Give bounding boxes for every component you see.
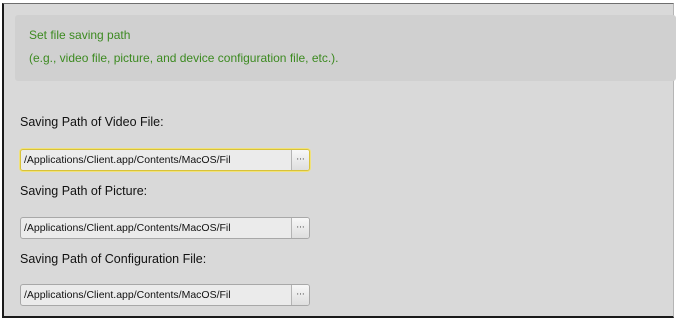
info-box: Set file saving path (e.g., video file, … bbox=[15, 15, 676, 81]
settings-panel: Set file saving path (e.g., video file, … bbox=[2, 3, 676, 318]
config-path-input[interactable] bbox=[21, 285, 291, 305]
picture-path-field: ··· bbox=[20, 217, 310, 239]
config-path-field: ··· bbox=[20, 284, 310, 306]
picture-path-label: Saving Path of Picture: bbox=[20, 184, 148, 198]
picture-path-browse-button[interactable]: ··· bbox=[291, 218, 309, 238]
video-path-label: Saving Path of Video File: bbox=[20, 115, 164, 129]
config-path-browse-button[interactable]: ··· bbox=[291, 285, 309, 305]
video-path-field: ··· bbox=[20, 149, 310, 171]
info-description: (e.g., video file, picture, and device c… bbox=[29, 51, 339, 65]
video-path-input[interactable] bbox=[21, 150, 291, 170]
picture-path-input[interactable] bbox=[21, 218, 291, 238]
video-path-browse-button[interactable]: ··· bbox=[291, 150, 309, 170]
info-title: Set file saving path bbox=[29, 28, 131, 42]
config-path-label: Saving Path of Configuration File: bbox=[20, 252, 207, 266]
